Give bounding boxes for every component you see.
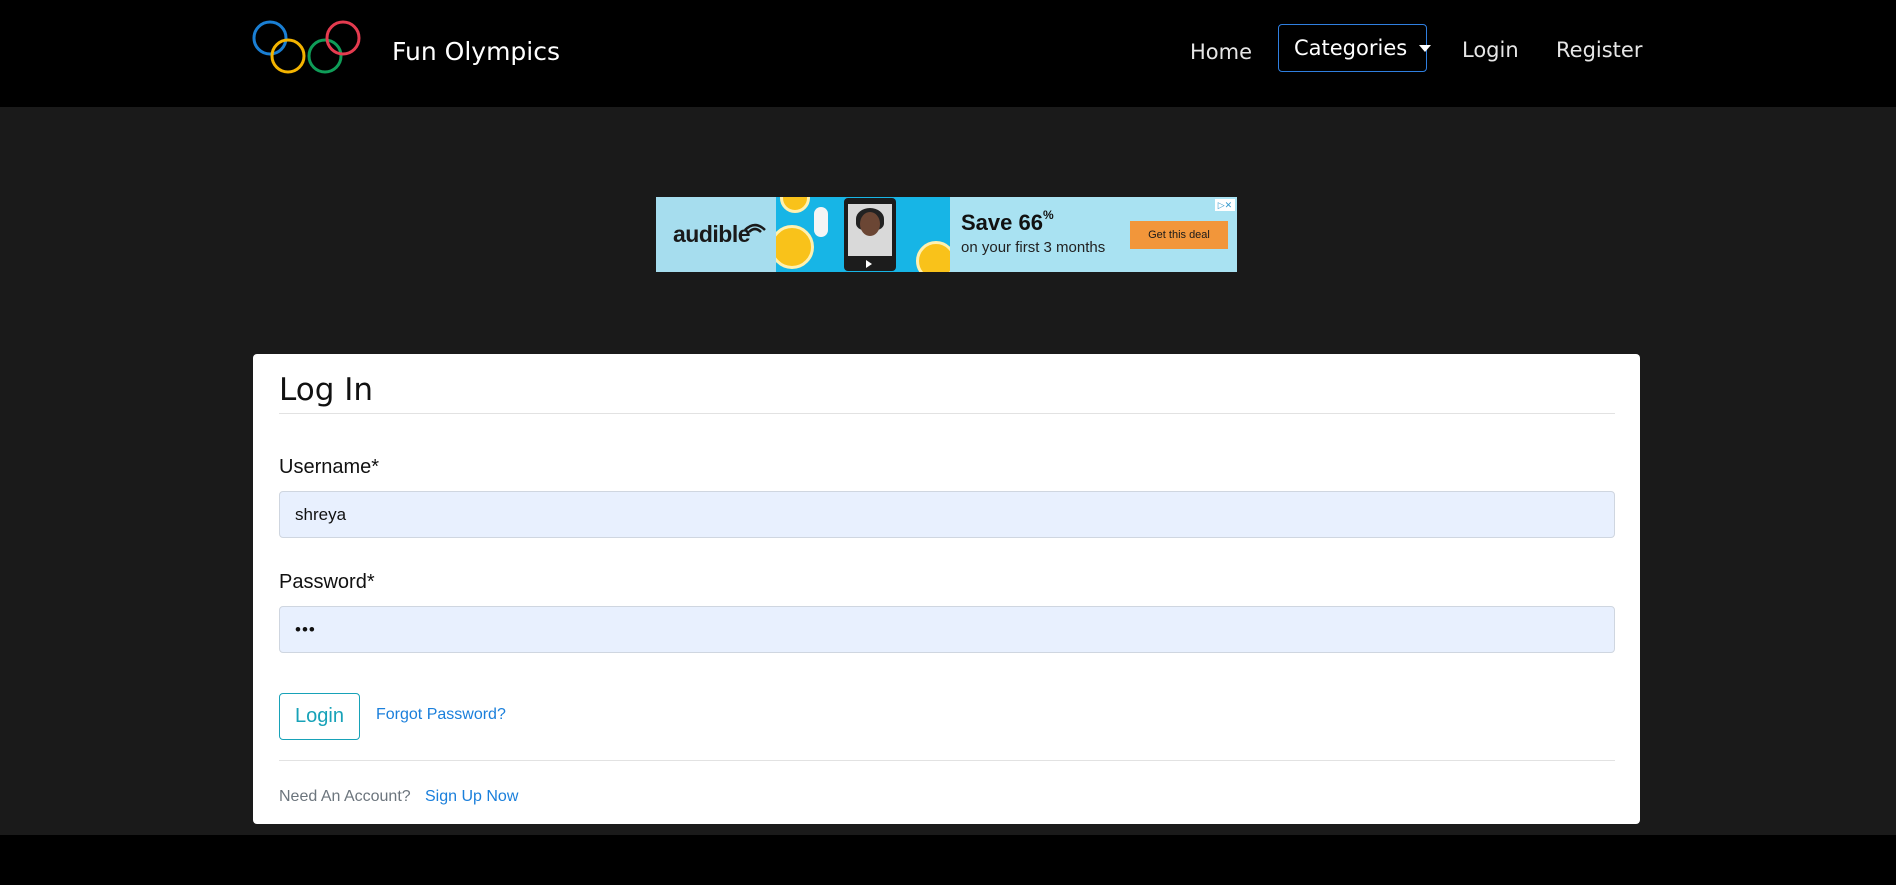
ad-brand: audible <box>673 221 751 247</box>
portrait-face <box>860 212 880 236</box>
username-input[interactable] <box>279 491 1615 538</box>
ad-image <box>776 197 950 272</box>
phone-image <box>844 198 896 271</box>
ad-subline: on your first 3 months <box>961 239 1106 256</box>
need-account-text: Need An Account? <box>279 788 411 805</box>
login-card: Log In Username* Password* Login Forgot … <box>253 354 1640 824</box>
lemon-image <box>776 225 814 269</box>
login-button[interactable]: Login <box>279 693 360 740</box>
ad-cta-button[interactable]: Get this deal <box>1130 221 1228 249</box>
ad-headline-sup: % <box>1042 208 1054 222</box>
navbar: Fun Olympics Home Categories Login Regis… <box>0 0 1896 107</box>
nav-categories-dropdown[interactable]: Categories <box>1278 24 1432 72</box>
olympic-rings-logo[interactable] <box>250 20 365 80</box>
divider <box>279 413 1615 414</box>
brand-name[interactable]: Fun Olympics <box>392 37 560 66</box>
nav-register[interactable]: Register <box>1556 38 1642 62</box>
forgot-password-link[interactable]: Forgot Password? <box>376 706 506 724</box>
divider <box>279 760 1615 761</box>
password-label: Password* <box>279 571 375 593</box>
ad-headline: Save 66% <box>961 208 1054 236</box>
nav-categories-label: Categories <box>1294 36 1408 60</box>
ad-brand-panel: audible <box>656 197 776 272</box>
lemon-image <box>780 197 810 213</box>
footer-strip <box>0 835 1896 885</box>
audible-wave-icon <box>744 223 766 233</box>
lemon-image <box>916 241 950 272</box>
password-input[interactable] <box>279 606 1615 653</box>
sign-up-link[interactable]: Sign Up Now <box>425 788 518 806</box>
ad-headline-text: Save 66 <box>961 210 1043 235</box>
username-label: Username* <box>279 456 380 478</box>
phone-screen <box>848 204 892 256</box>
adchoices-icon[interactable]: ▷✕ <box>1215 199 1235 211</box>
nav-login[interactable]: Login <box>1462 38 1519 62</box>
nav-home[interactable]: Home <box>1190 40 1252 64</box>
ad-banner[interactable]: audible Save 66% on your first 3 months … <box>656 197 1237 272</box>
play-icon <box>866 260 872 268</box>
caret-down-icon <box>1419 44 1432 52</box>
page-title: Log In <box>279 372 374 408</box>
earbud-image <box>814 207 828 237</box>
